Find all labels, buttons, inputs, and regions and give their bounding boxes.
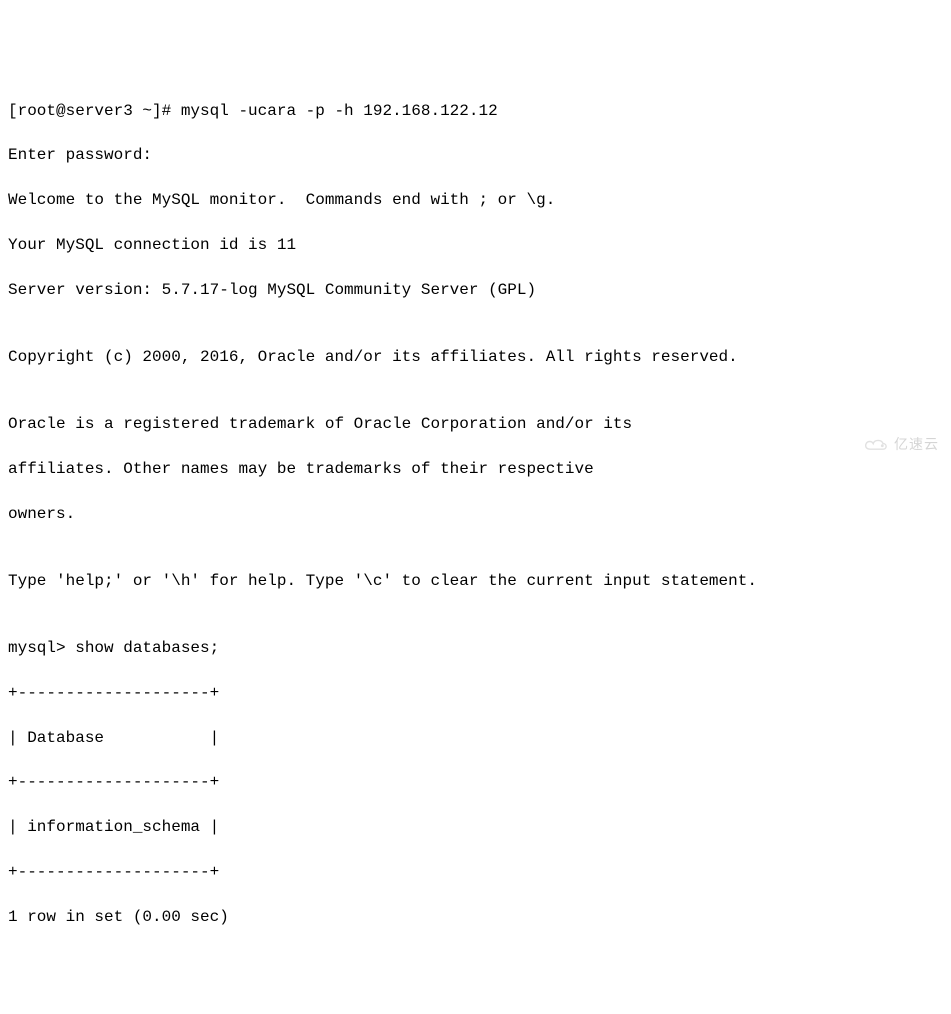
table-border: +--------------------+ (8, 771, 943, 793)
server-version-line: Server version: 5.7.17-log MySQL Communi… (8, 279, 943, 301)
table-border: +--------------------+ (8, 682, 943, 704)
oracle-trademark-line: affiliates. Other names may be trademark… (8, 458, 943, 480)
oracle-trademark-line: Oracle is a registered trademark of Orac… (8, 413, 943, 435)
result-line: 1 row in set (0.00 sec) (8, 906, 943, 928)
mysql-prompt-line[interactable]: mysql> show databases; (8, 637, 943, 659)
cloud-icon (862, 391, 890, 499)
oracle-trademark-line: owners. (8, 503, 943, 525)
connection-id-line: Your MySQL connection id is 11 (8, 234, 943, 256)
watermark-text: 亿速云 (894, 435, 939, 455)
welcome-line: Welcome to the MySQL monitor. Commands e… (8, 189, 943, 211)
watermark: 亿速云 (862, 391, 939, 499)
shell-prompt-line: [root@server3 ~]# mysql -ucara -p -h 192… (8, 100, 943, 122)
table-border: +--------------------+ (8, 861, 943, 883)
copyright-line: Copyright (c) 2000, 2016, Oracle and/or … (8, 346, 943, 368)
table-header: | Database | (8, 727, 943, 749)
password-prompt: Enter password: (8, 144, 943, 166)
table-row: | information_schema | (8, 816, 943, 838)
help-line: Type 'help;' or '\h' for help. Type '\c'… (8, 570, 943, 592)
